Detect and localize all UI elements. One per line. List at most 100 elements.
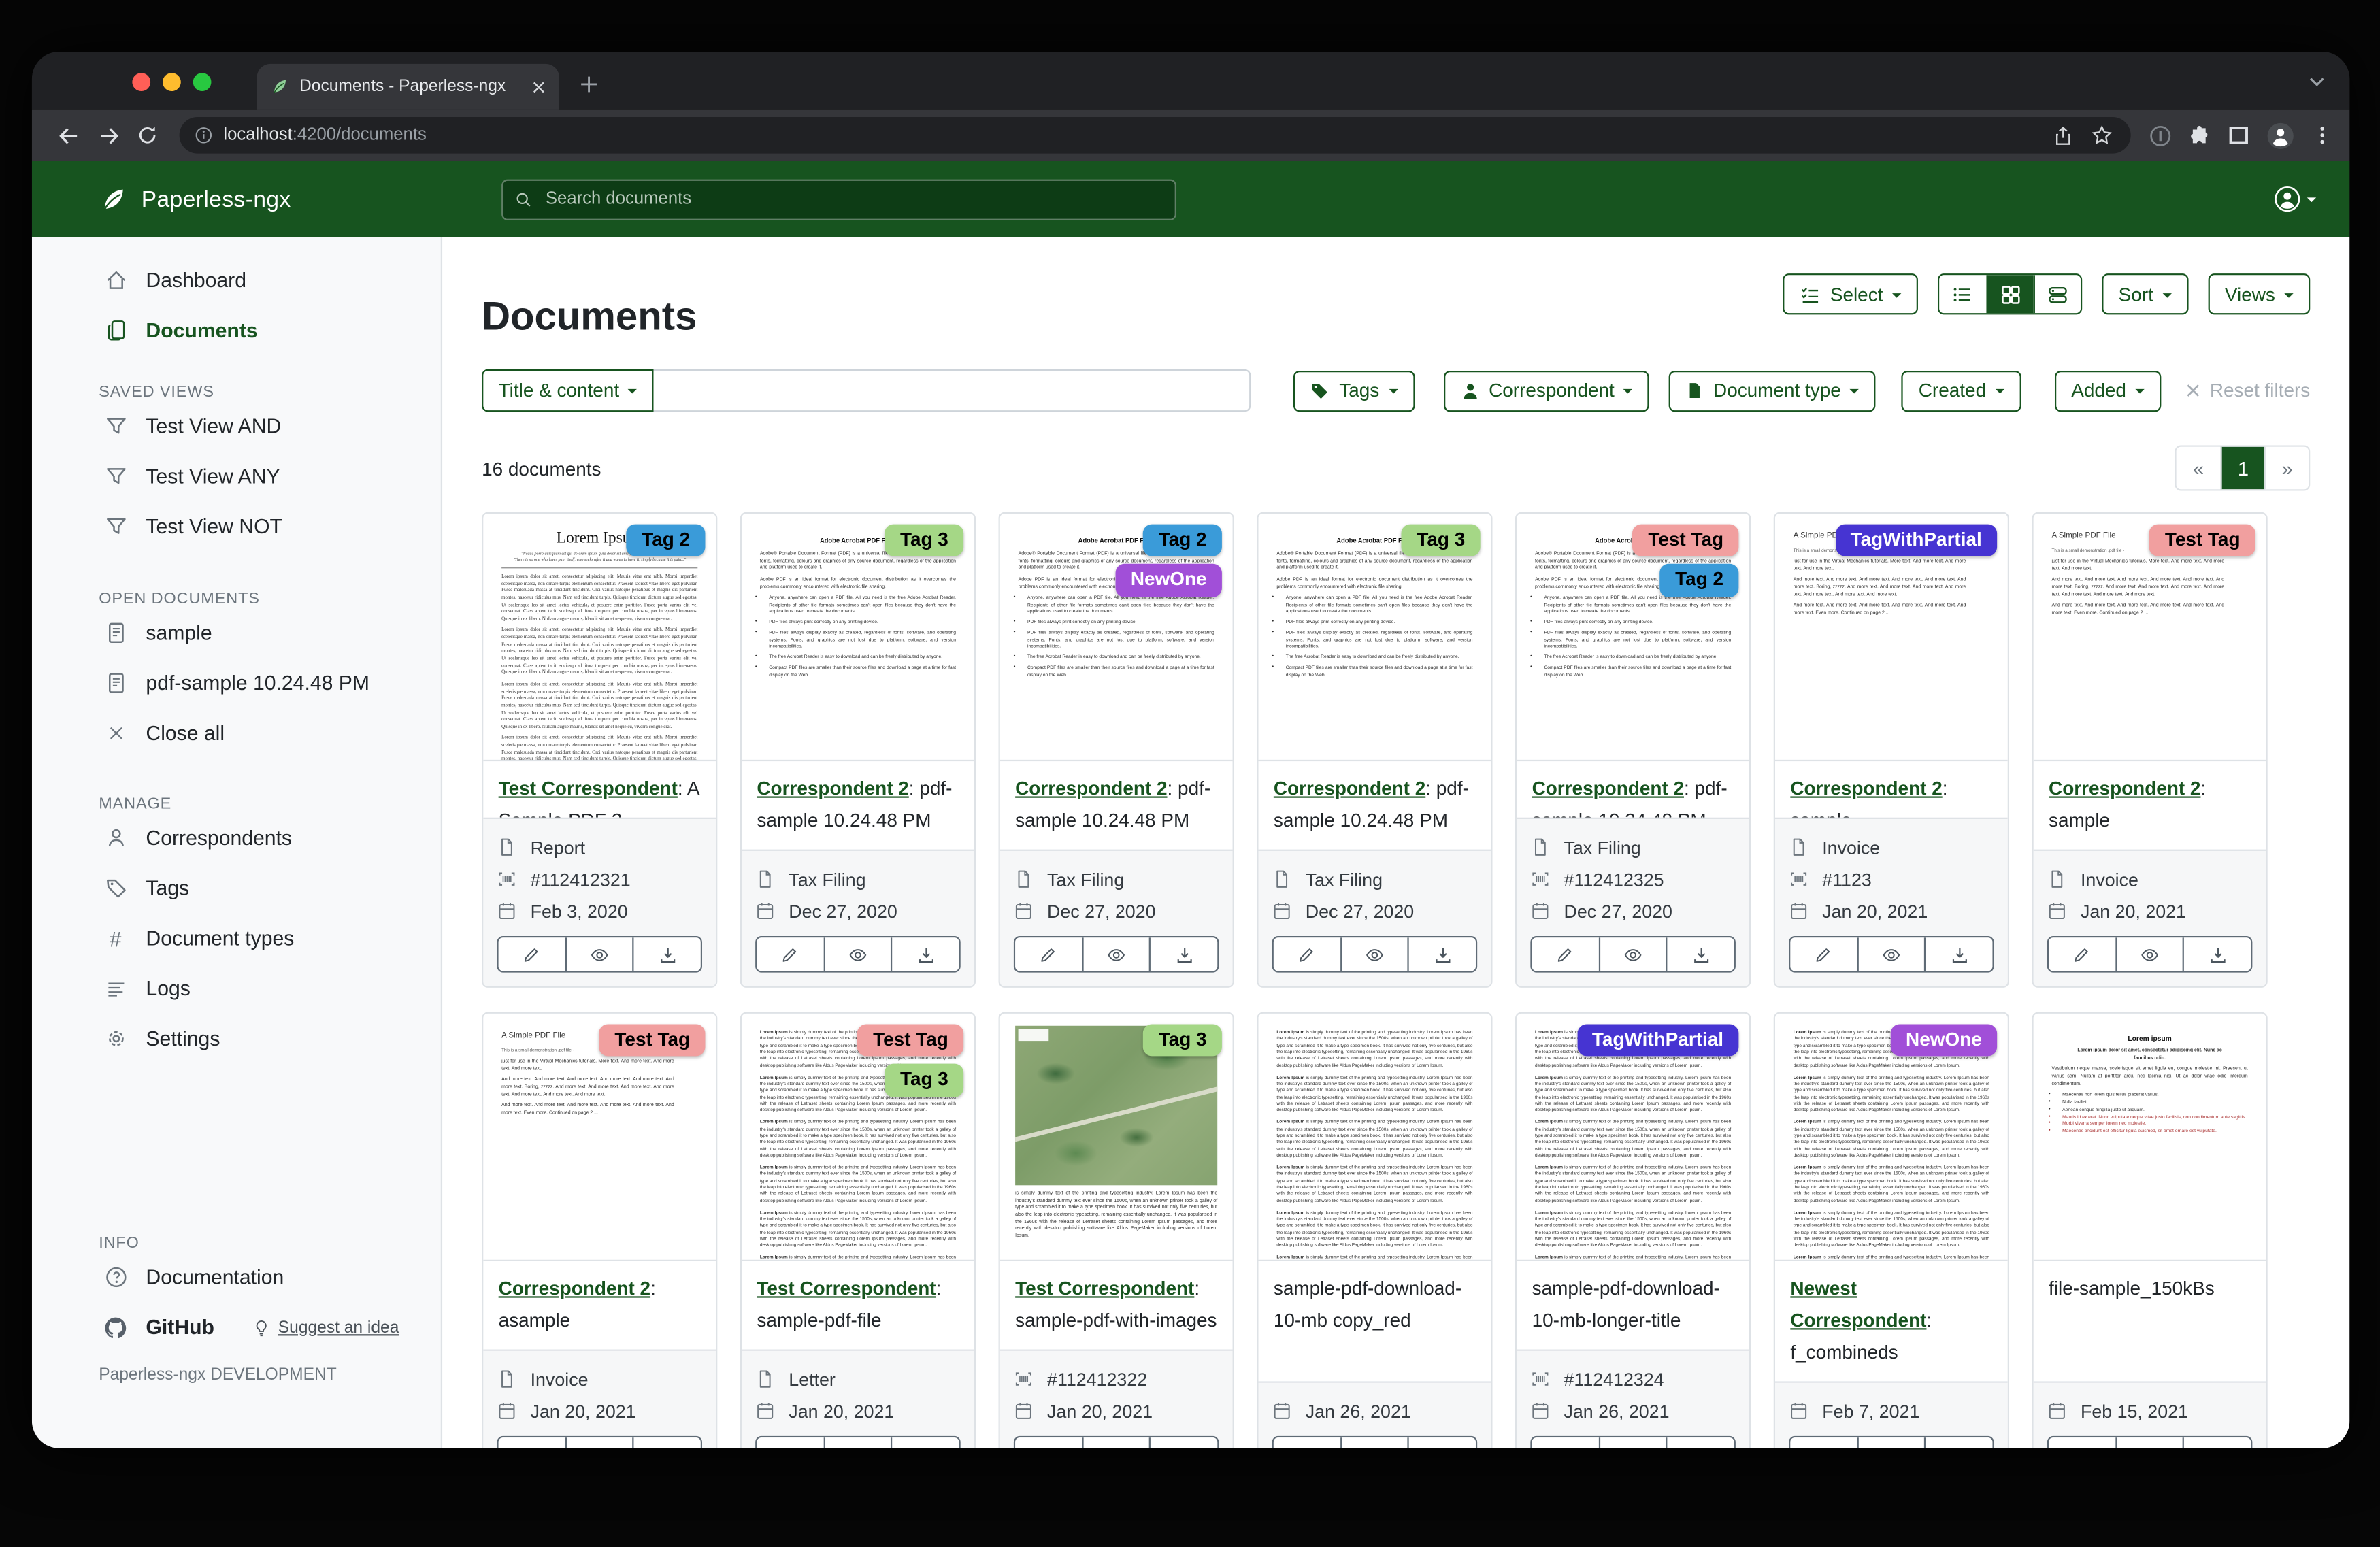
- suggest-an-idea-link[interactable]: Suggest an idea: [252, 1318, 399, 1337]
- pagination-page-1[interactable]: 1: [2220, 447, 2264, 490]
- pagination-prev-button[interactable]: «: [2177, 447, 2221, 490]
- view-button[interactable]: [1082, 1437, 1150, 1448]
- download-button[interactable]: [891, 937, 959, 971]
- back-button[interactable]: [48, 116, 88, 155]
- edit-button[interactable]: [1790, 1437, 1857, 1448]
- address-bar[interactable]: localhost:4200/documents: [180, 117, 2131, 154]
- close-window-button[interactable]: [132, 73, 150, 91]
- correspondent-link[interactable]: Correspondent 2: [1532, 778, 1684, 799]
- bookmark-star-icon[interactable]: [2092, 124, 2113, 146]
- view-button[interactable]: [1340, 1437, 1408, 1448]
- sidebar-item-documents[interactable]: Documents: [32, 305, 441, 356]
- correspondent-link[interactable]: Correspondent 2: [1015, 778, 1167, 799]
- tag-badge[interactable]: Tag 3: [885, 1064, 964, 1097]
- view-button[interactable]: [1598, 1437, 1666, 1448]
- download-button[interactable]: [1149, 937, 1217, 971]
- views-button[interactable]: Views: [2208, 273, 2310, 314]
- view-button[interactable]: [2115, 1437, 2183, 1448]
- filter-field-dropdown[interactable]: Title & content: [482, 369, 654, 412]
- maximize-window-button[interactable]: [193, 73, 212, 91]
- tag-badge[interactable]: Tag 2: [627, 525, 706, 557]
- download-button[interactable]: [633, 1437, 701, 1448]
- edit-button[interactable]: [2049, 1437, 2115, 1448]
- document-thumbnail[interactable]: Lorem ipsumLorem ipsum dolor sit amet, c…: [2034, 1014, 2266, 1261]
- edit-button[interactable]: [757, 1437, 823, 1448]
- filter-added-dropdown[interactable]: Added: [2055, 370, 2162, 411]
- new-tab-button[interactable]: [579, 74, 599, 94]
- view-button[interactable]: [1857, 1437, 1925, 1448]
- reload-button[interactable]: [128, 116, 167, 155]
- filter-document-type-dropdown[interactable]: Document type: [1669, 370, 1876, 411]
- filter-tags-dropdown[interactable]: Tags: [1293, 370, 1414, 411]
- sidebar-item-document-types[interactable]: # Document types: [32, 913, 441, 963]
- tag-badge[interactable]: Tag 2: [1143, 525, 1222, 557]
- correspondent-link[interactable]: Correspondent 2: [2049, 778, 2200, 799]
- view-button[interactable]: [565, 937, 633, 971]
- tag-badge[interactable]: Tag 2: [1660, 565, 1739, 597]
- edit-button[interactable]: [1015, 937, 1082, 971]
- tag-badge[interactable]: TagWithPartial: [1835, 525, 1997, 557]
- tab-search-chevron-icon[interactable]: [2309, 76, 2326, 88]
- edit-button[interactable]: [1532, 937, 1599, 971]
- edit-button[interactable]: [2049, 937, 2115, 971]
- view-mode-list-button[interactable]: [1939, 275, 1986, 313]
- minimize-window-button[interactable]: [163, 73, 181, 91]
- correspondent-link[interactable]: Correspondent 2: [1274, 778, 1425, 799]
- extensions-puzzle-icon[interactable]: [2189, 124, 2212, 147]
- site-info-icon[interactable]: [195, 126, 213, 144]
- download-button[interactable]: [2183, 1437, 2251, 1448]
- user-menu[interactable]: [2274, 186, 2317, 213]
- view-button[interactable]: [2115, 937, 2183, 971]
- sidebar-item-dashboard[interactable]: Dashboard: [32, 255, 441, 305]
- tag-badge[interactable]: Test Tag: [2149, 525, 2255, 557]
- sidebar-item-tags[interactable]: Tags: [32, 863, 441, 914]
- select-button[interactable]: Select: [1783, 273, 1918, 314]
- password-manager-icon[interactable]: [2149, 124, 2172, 147]
- view-button[interactable]: [823, 1437, 891, 1448]
- correspondent-link[interactable]: Correspondent 2: [757, 778, 908, 799]
- correspondent-link[interactable]: Correspondent 2: [1790, 778, 1942, 799]
- tag-badge[interactable]: Test Tag: [599, 1025, 705, 1057]
- view-button[interactable]: [1340, 937, 1408, 971]
- download-button[interactable]: [1666, 1437, 1734, 1448]
- download-button[interactable]: [1925, 1437, 1993, 1448]
- sidebar-item-open-doc-sample[interactable]: sample: [32, 608, 441, 658]
- sidebar-toggle-icon[interactable]: [2228, 124, 2249, 146]
- reset-filters-link[interactable]: Reset filters: [2185, 380, 2310, 401]
- tag-badge[interactable]: NewOne: [1116, 565, 1222, 597]
- sidebar-item-open-doc-pdf-sample[interactable]: pdf-sample 10.24.48 PM: [32, 658, 441, 708]
- tag-badge[interactable]: Tag 3: [885, 525, 964, 557]
- edit-button[interactable]: [1015, 1437, 1082, 1448]
- tag-badge[interactable]: Test Tag: [1633, 525, 1738, 557]
- sidebar-item-settings[interactable]: Settings: [32, 1014, 441, 1064]
- view-button[interactable]: [1857, 937, 1925, 971]
- correspondent-link[interactable]: Test Correspondent: [1015, 1278, 1194, 1299]
- download-button[interactable]: [2183, 937, 2251, 971]
- edit-button[interactable]: [1790, 937, 1857, 971]
- download-button[interactable]: [633, 937, 701, 971]
- global-search[interactable]: [501, 178, 1176, 219]
- correspondent-link[interactable]: Newest Correspondent: [1790, 1278, 1926, 1331]
- sidebar-item-github[interactable]: GitHub Suggest an idea: [32, 1302, 441, 1352]
- browser-tab[interactable]: Documents - Paperless-ngx: [257, 64, 559, 110]
- filter-created-dropdown[interactable]: Created: [1902, 370, 2021, 411]
- edit-button[interactable]: [1532, 1437, 1599, 1448]
- tag-badge[interactable]: TagWithPartial: [1577, 1025, 1739, 1057]
- view-mode-grid-button[interactable]: [1986, 275, 2033, 313]
- tag-badge[interactable]: NewOne: [1891, 1025, 1997, 1057]
- view-button[interactable]: [1598, 937, 1666, 971]
- browser-menu-icon[interactable]: [2311, 124, 2332, 146]
- download-button[interactable]: [1408, 1437, 1476, 1448]
- filter-correspondent-dropdown[interactable]: Correspondent: [1443, 370, 1649, 411]
- search-input[interactable]: [542, 188, 1162, 210]
- download-button[interactable]: [1666, 937, 1734, 971]
- download-button[interactable]: [1408, 937, 1476, 971]
- edit-button[interactable]: [499, 937, 565, 971]
- app-brand[interactable]: Paperless-ngx: [99, 184, 291, 213]
- profile-avatar-icon[interactable]: [2266, 121, 2294, 150]
- edit-button[interactable]: [499, 1437, 565, 1448]
- sort-button[interactable]: Sort: [2102, 273, 2188, 314]
- view-button[interactable]: [565, 1437, 633, 1448]
- forward-button[interactable]: [88, 116, 128, 155]
- edit-button[interactable]: [1274, 1437, 1340, 1448]
